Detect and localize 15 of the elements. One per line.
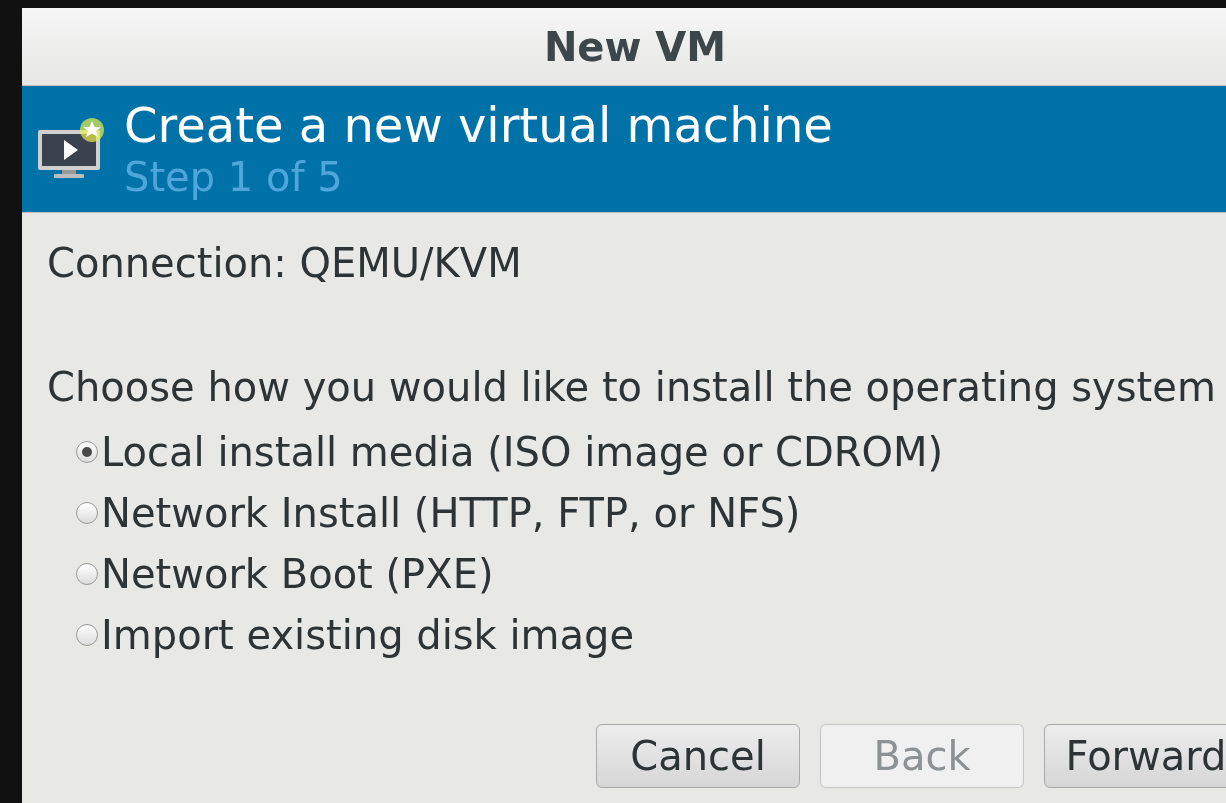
dialog-button[interactable]: Cancel bbox=[596, 724, 800, 788]
step-indicator: Step 1 of 5 bbox=[124, 153, 344, 200]
install-option[interactable]: Local install media (ISO image or CDROM) bbox=[76, 421, 1226, 482]
connection-label: Connection: QEMU/KVM bbox=[47, 239, 523, 288]
install-prompt: Choose how you would like to install the operating system bbox=[47, 363, 1217, 412]
header-title: Create a new virtual machine bbox=[124, 98, 833, 154]
install-option[interactable]: Network Boot (PXE) bbox=[76, 543, 1226, 604]
window-title: New VM bbox=[543, 22, 727, 72]
install-option[interactable]: Import existing disk image bbox=[76, 604, 1226, 665]
radio-button[interactable] bbox=[76, 623, 98, 646]
radio-button[interactable] bbox=[76, 440, 98, 463]
dialog-button[interactable]: Forward bbox=[1044, 724, 1226, 788]
radio-button[interactable] bbox=[76, 501, 98, 524]
install-option[interactable]: Network Install (HTTP, FTP, or NFS) bbox=[76, 482, 1226, 543]
radio-button[interactable] bbox=[76, 562, 98, 585]
